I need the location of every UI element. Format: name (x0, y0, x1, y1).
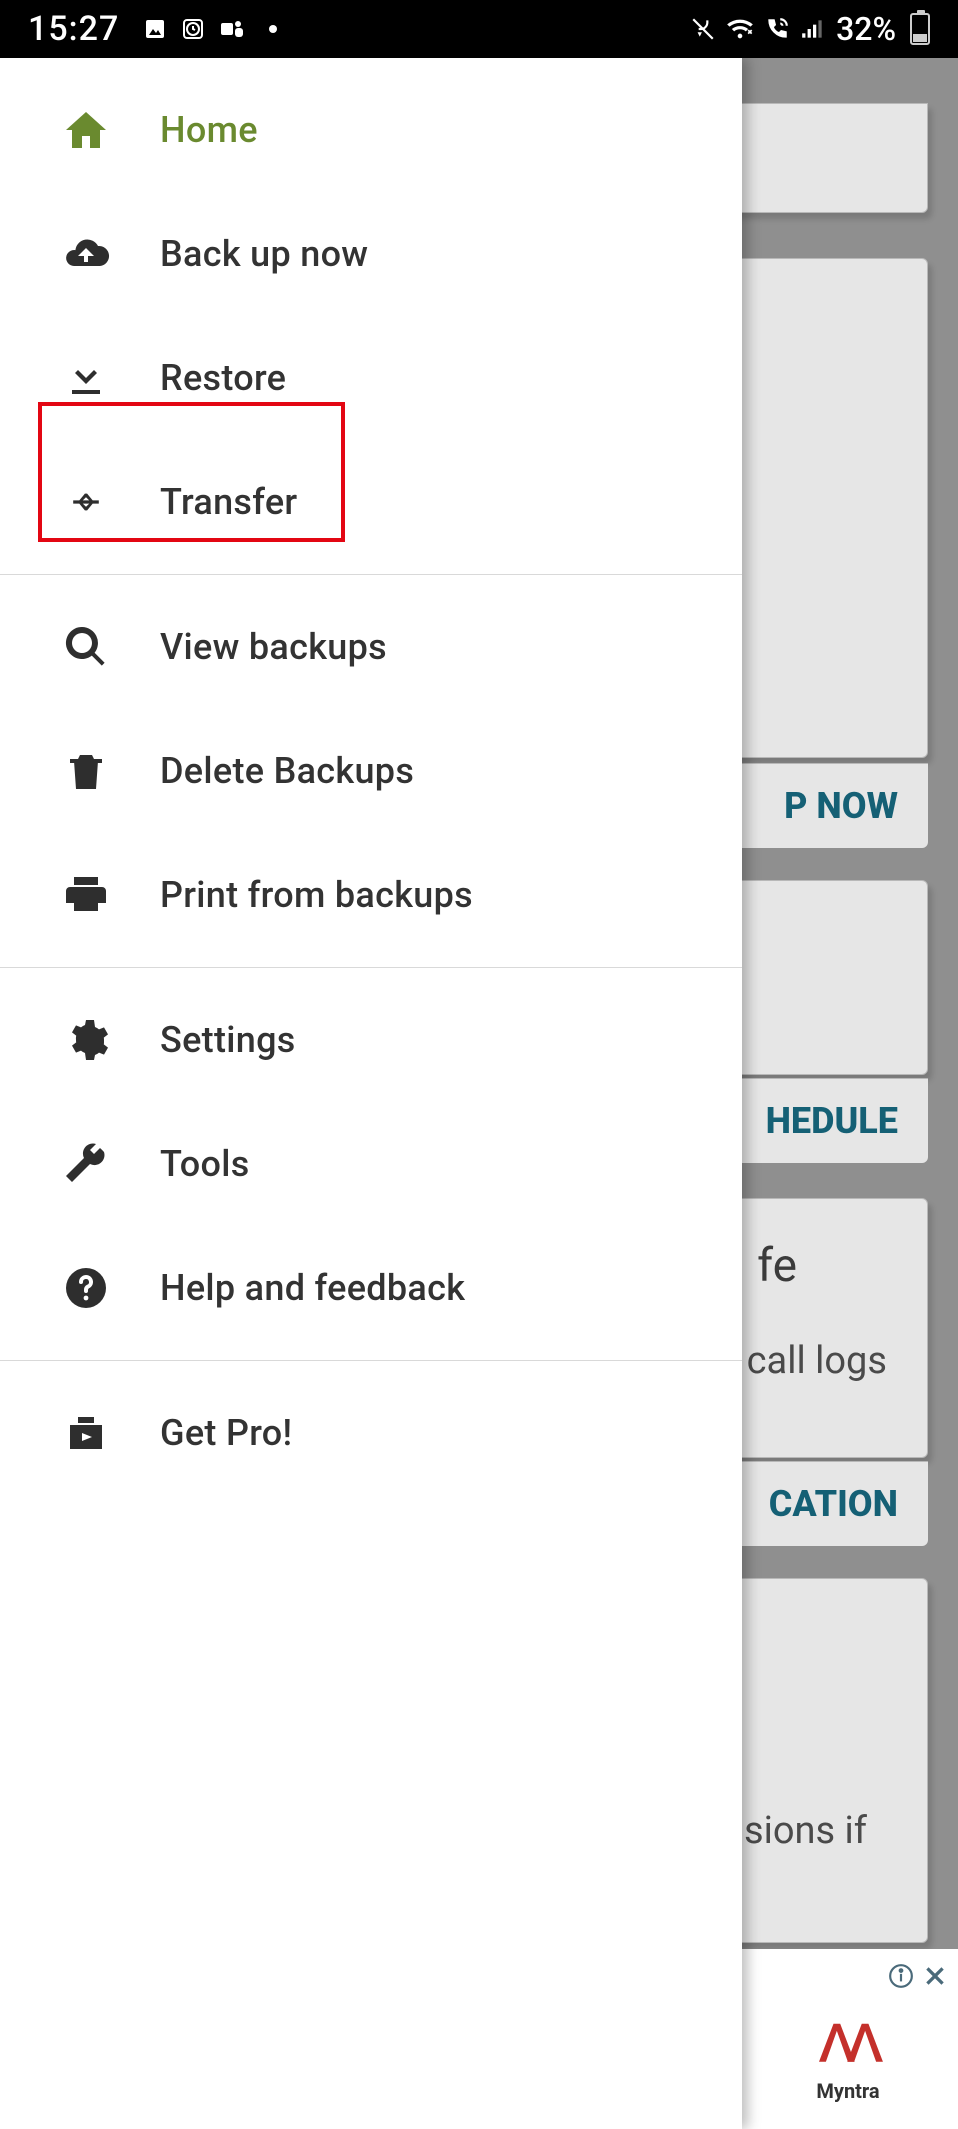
navigation-drawer: Home Back up now Restore Transfer Vie (0, 58, 742, 2129)
nav-item-tools[interactable]: Tools (0, 1102, 742, 1226)
bg-card-schedule (718, 880, 928, 1075)
more-notifications-dot (269, 25, 277, 33)
status-right: 32% (690, 10, 930, 48)
drawer-section-backups: View backups Delete Backups Print from b… (0, 575, 742, 968)
drawer-section-primary: Home Back up now Restore Transfer (0, 58, 742, 575)
battery-percentage: 32% (836, 10, 896, 48)
battery-icon (910, 13, 930, 45)
nav-item-backup-now[interactable]: Back up now (0, 192, 742, 316)
bg-card-permissions: sions if (718, 1578, 928, 1943)
cloud-upload-icon (60, 228, 112, 280)
ad-logo: ᐱᐱ Myntra (816, 2015, 879, 2103)
bg-schedule-label: HEDULE (766, 1100, 898, 1142)
image-icon (143, 17, 167, 41)
bg-calllogs-text: call logs (747, 1339, 887, 1383)
shop-icon (60, 1407, 112, 1459)
status-time: 15:27 (28, 9, 119, 49)
nav-label-home: Home (160, 109, 258, 151)
nav-label-print-backups: Print from backups (160, 874, 473, 916)
bg-location-label: CATION (769, 1483, 898, 1525)
nav-item-settings[interactable]: Settings (0, 978, 742, 1102)
vibrate-icon (690, 16, 716, 42)
teams-icon (219, 17, 245, 41)
volte-call-icon (764, 16, 790, 42)
ad-info-icon[interactable] (888, 1963, 914, 1993)
trash-icon (60, 745, 112, 797)
nav-item-delete-backups[interactable]: Delete Backups (0, 709, 742, 833)
status-bar: 15:27 32% (0, 0, 958, 58)
nav-item-print-backups[interactable]: Print from backups (0, 833, 742, 957)
nav-label-tools: Tools (160, 1143, 250, 1185)
search-icon (60, 621, 112, 673)
drawer-section-pro: Get Pro! (0, 1361, 742, 1505)
bg-location-button[interactable]: CATION (718, 1461, 928, 1546)
download-icon (60, 352, 112, 404)
wifi-icon (726, 17, 754, 41)
nav-label-transfer: Transfer (160, 481, 297, 523)
nav-label-backup-now: Back up now (160, 233, 368, 275)
home-icon (60, 104, 112, 156)
bg-card-top (718, 103, 928, 213)
nav-item-view-backups[interactable]: View backups (0, 585, 742, 709)
nav-label-restore: Restore (160, 357, 286, 399)
ad-logo-glyph: ᐱᐱ (820, 2015, 876, 2073)
wrench-icon (60, 1138, 112, 1190)
gear-icon (60, 1014, 112, 1066)
ad-brand: Myntra (816, 2079, 879, 2103)
ad-banner[interactable]: ᐱᐱ Myntra (738, 1949, 958, 2129)
nav-label-get-pro: Get Pro! (160, 1412, 292, 1454)
bg-permissions-text: sions if (744, 1809, 867, 1853)
bg-safe-title: fe (757, 1239, 797, 1293)
help-icon (60, 1262, 112, 1314)
nav-item-restore[interactable]: Restore (0, 316, 742, 440)
transfer-icon (60, 476, 112, 528)
nav-label-settings: Settings (160, 1019, 296, 1061)
ad-close-icon[interactable] (922, 1963, 948, 1993)
nav-item-home[interactable]: Home (0, 68, 742, 192)
drawer-section-settings: Settings Tools Help and feedback (0, 968, 742, 1361)
bg-schedule-button[interactable]: HEDULE (718, 1078, 928, 1163)
nav-label-view-backups: View backups (160, 626, 387, 668)
nav-label-delete-backups: Delete Backups (160, 750, 414, 792)
nav-item-transfer[interactable]: Transfer (0, 440, 742, 564)
bg-backup-now-button[interactable]: P NOW (718, 763, 928, 848)
clock-app-icon (181, 17, 205, 41)
nav-label-help: Help and feedback (160, 1267, 465, 1309)
bg-card-safe: fe call logs (718, 1198, 928, 1458)
nav-item-help[interactable]: Help and feedback (0, 1226, 742, 1350)
nav-item-get-pro[interactable]: Get Pro! (0, 1371, 742, 1495)
bg-card-backup (718, 258, 928, 758)
bg-backup-now-label: P NOW (784, 785, 898, 827)
signal-icon (800, 18, 826, 40)
status-left: 15:27 (28, 9, 277, 49)
print-icon (60, 869, 112, 921)
